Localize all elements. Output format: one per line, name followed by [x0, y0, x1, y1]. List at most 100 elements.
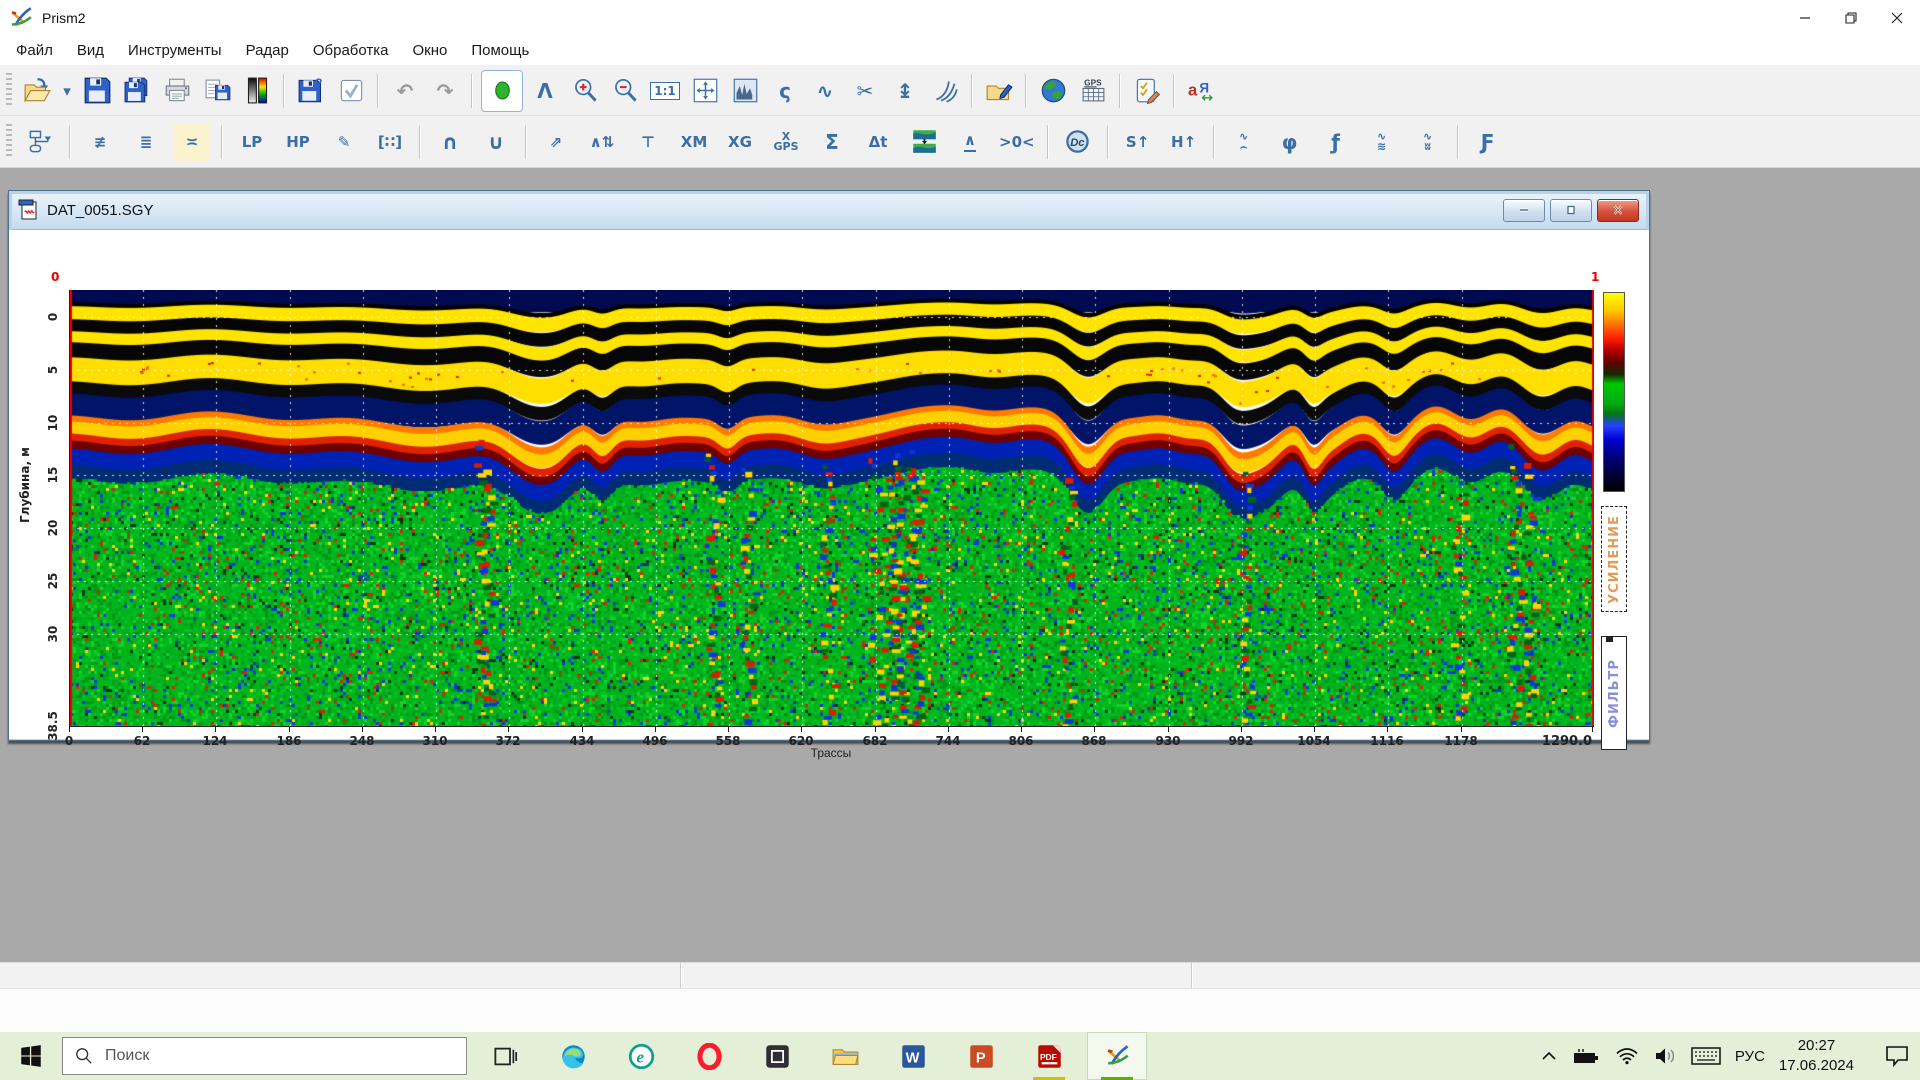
save-query-button[interactable]: ?	[293, 72, 329, 110]
opera-app-button[interactable]	[679, 1032, 739, 1080]
xm-transform-button[interactable]: XM	[676, 123, 712, 161]
volume-icon[interactable]	[1653, 1047, 1677, 1065]
frequency-button[interactable]: ƒ	[1318, 123, 1354, 161]
radargram-canvas[interactable]	[70, 290, 1594, 726]
menu-item-7[interactable]: Помощь	[459, 38, 541, 63]
wave-smooth-button[interactable]: ∿⌢	[1226, 123, 1262, 161]
menu-item-4[interactable]: Радар	[234, 38, 301, 63]
smooth-bump-button[interactable]: ∩	[432, 123, 468, 161]
tray-chevron-icon[interactable]	[1541, 1051, 1557, 1061]
time-zero-adjust-button[interactable]: ∧⇅	[584, 123, 620, 161]
gps-table-button[interactable]: GPS	[1075, 72, 1111, 110]
wifi-icon[interactable]	[1615, 1047, 1639, 1065]
translate-button[interactable]: aЯ	[1183, 72, 1219, 110]
one-to-one-button[interactable]: 1:1	[647, 72, 683, 110]
cut-button[interactable]: ✂	[847, 72, 883, 110]
h-gain-button[interactable]: H↑	[1166, 123, 1202, 161]
doc-restore-button[interactable]	[1550, 199, 1592, 222]
s-gain-button[interactable]: S↑	[1120, 123, 1156, 161]
folder-edit-button[interactable]	[981, 72, 1017, 110]
trace-edit-cross-button[interactable]: ≢	[82, 123, 118, 161]
checklist-edit-button[interactable]	[1129, 72, 1165, 110]
matrix-filter-button[interactable]: [∷]	[372, 123, 408, 161]
zero-clip-button[interactable]: >0<	[998, 123, 1036, 161]
undo-button[interactable]: ↶	[387, 72, 423, 110]
dark-app-app-button[interactable]	[747, 1032, 807, 1080]
notification-icon[interactable]	[1884, 1044, 1910, 1068]
smooth-dip-button[interactable]: ∪	[478, 123, 514, 161]
menu-item-2[interactable]: Вид	[65, 38, 116, 63]
powerpoint-app-button[interactable]: P	[951, 1032, 1011, 1080]
explorer-app-button[interactable]	[815, 1032, 875, 1080]
redo-button[interactable]: ↷	[427, 72, 463, 110]
menu-item-1[interactable]: Файл	[4, 38, 65, 63]
battery-icon[interactable]	[1571, 1048, 1601, 1065]
wave-spikes-button[interactable]: ∿ʬ	[1410, 123, 1446, 161]
doc-close-button[interactable]	[1597, 199, 1639, 222]
wave-compress-button[interactable]: ∿≋	[1364, 123, 1400, 161]
taskbar-search[interactable]	[62, 1037, 467, 1075]
save-button[interactable]	[79, 72, 115, 110]
close-button[interactable]	[1874, 0, 1920, 36]
toolbar-grip[interactable]	[6, 73, 12, 107]
tray-clock[interactable]: 20:27 17.06.2024	[1779, 1036, 1854, 1077]
restore-button[interactable]	[1828, 0, 1874, 36]
peak-mode-button[interactable]: Λ	[527, 72, 563, 110]
pdf-app-button[interactable]: PDF	[1019, 1032, 1079, 1080]
wave-spikes-icon: ∿ʬ	[1423, 132, 1432, 152]
start-button[interactable]	[0, 1032, 62, 1080]
prism-app-button[interactable]	[1087, 1032, 1147, 1080]
menu-item-3[interactable]: Инструменты	[116, 38, 234, 63]
word-app-button[interactable]: W	[883, 1032, 943, 1080]
edge-app-button[interactable]	[543, 1032, 603, 1080]
filter-button[interactable]: ФИЛЬТР	[1601, 636, 1627, 750]
open-file-button[interactable]	[19, 72, 55, 110]
open-dropdown-button[interactable]: ▾	[59, 72, 75, 110]
document-titlebar[interactable]: DAT_0051.SGY	[9, 191, 1649, 230]
zoom-out-button[interactable]	[607, 72, 643, 110]
xg-transform-button[interactable]: XG	[722, 123, 758, 161]
touch-keyboard-icon[interactable]	[1691, 1046, 1721, 1066]
baseline-peak-button[interactable]: ∧	[952, 123, 988, 161]
search-input[interactable]	[103, 1046, 427, 1066]
zoom-in-button[interactable]	[567, 72, 603, 110]
export-page-button[interactable]	[199, 72, 235, 110]
save-all-button[interactable]	[119, 72, 155, 110]
vertical-range-button[interactable]: ↨	[887, 72, 923, 110]
lowpass-filter-button[interactable]: LP	[234, 123, 270, 161]
stacking-button[interactable]: Σ	[814, 123, 850, 161]
trace-edit-lines-button[interactable]: ≣	[128, 123, 164, 161]
toolbar-grip[interactable]	[6, 124, 12, 160]
palette-button[interactable]	[239, 72, 275, 110]
fourier-button[interactable]: Ƒ	[1470, 123, 1506, 161]
menu-item-5[interactable]: Обработка	[301, 38, 401, 63]
phase-button[interactable]: φ	[1272, 123, 1308, 161]
arc-signals-button[interactable]	[927, 72, 963, 110]
flowchart-button[interactable]	[22, 123, 58, 161]
delta-t-button[interactable]: Δt	[860, 123, 896, 161]
histogram-button[interactable]	[727, 72, 763, 110]
dc-removal-button[interactable]: Dc	[1060, 123, 1096, 161]
terrain-correction-button[interactable]	[906, 123, 942, 161]
x-gps-button[interactable]: XGPS	[768, 123, 804, 161]
highpass-filter-button[interactable]: HP	[280, 123, 316, 161]
wiggle-trace-button[interactable]: ς	[767, 72, 803, 110]
menu-item-6[interactable]: Окно	[401, 38, 460, 63]
minimize-button[interactable]	[1782, 0, 1828, 36]
region-edit-button[interactable]: ⇗	[538, 123, 574, 161]
fit-view-button[interactable]	[687, 72, 723, 110]
trace-pen-button[interactable]: ✎	[326, 123, 362, 161]
task-view-button[interactable]	[475, 1032, 535, 1080]
radargram-plot[interactable]	[69, 290, 1594, 727]
time-zero-set-button[interactable]: ⊤	[630, 123, 666, 161]
language-indicator[interactable]: РУС	[1735, 1048, 1765, 1065]
trace-edit-dots-button[interactable]: ≍	[174, 123, 210, 161]
gain-button[interactable]: УСИЛЕНИЕ	[1601, 506, 1627, 612]
record-mode-button[interactable]	[481, 70, 523, 112]
wave-trace-button[interactable]: ∿	[807, 72, 843, 110]
doc-minimize-button[interactable]	[1503, 199, 1545, 222]
globe-button[interactable]	[1035, 72, 1071, 110]
apply-check-button[interactable]	[333, 72, 369, 110]
eset-app-button[interactable]: e	[611, 1032, 671, 1080]
print-button[interactable]	[159, 72, 195, 110]
